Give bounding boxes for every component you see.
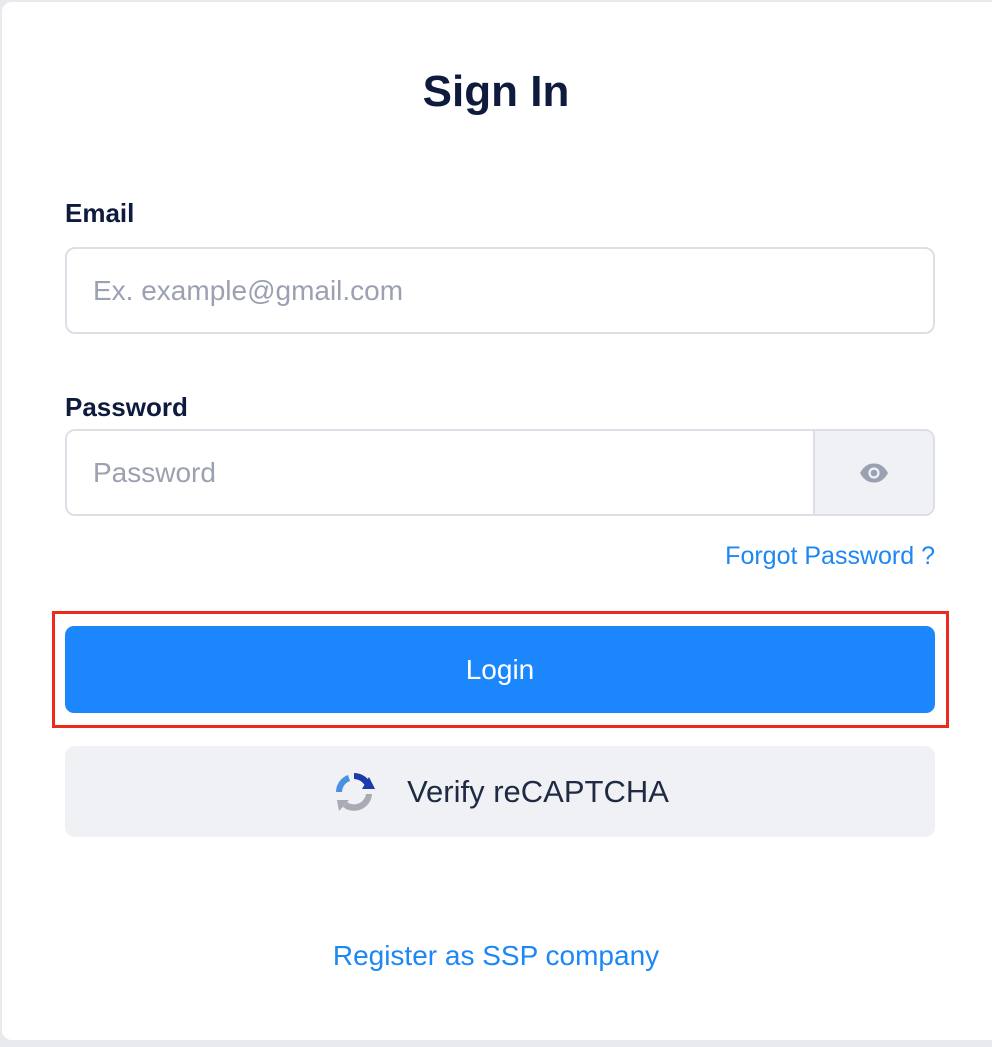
sign-in-card (2, 2, 992, 1040)
page-title: Sign In (422, 67, 570, 116)
login-button[interactable]: Login (65, 626, 935, 713)
register-ssp-link[interactable]: Register as SSP company (333, 940, 659, 971)
eye-icon (860, 463, 888, 482)
email-label: Email (65, 198, 135, 228)
show-password-toggle[interactable] (813, 431, 933, 514)
email-input[interactable] (65, 247, 935, 334)
recaptcha-icon (336, 772, 376, 811)
verify-recaptcha-label: Verify reCAPTCHA (407, 773, 669, 809)
forgot-password-link[interactable]: Forgot Password ? (725, 540, 935, 572)
password-input[interactable] (67, 431, 813, 514)
register-container: Register as SSP company (0, 938, 992, 974)
password-field (65, 429, 935, 516)
verify-recaptcha-button[interactable]: Verify reCAPTCHA (65, 746, 935, 837)
password-label: Password (65, 392, 188, 422)
